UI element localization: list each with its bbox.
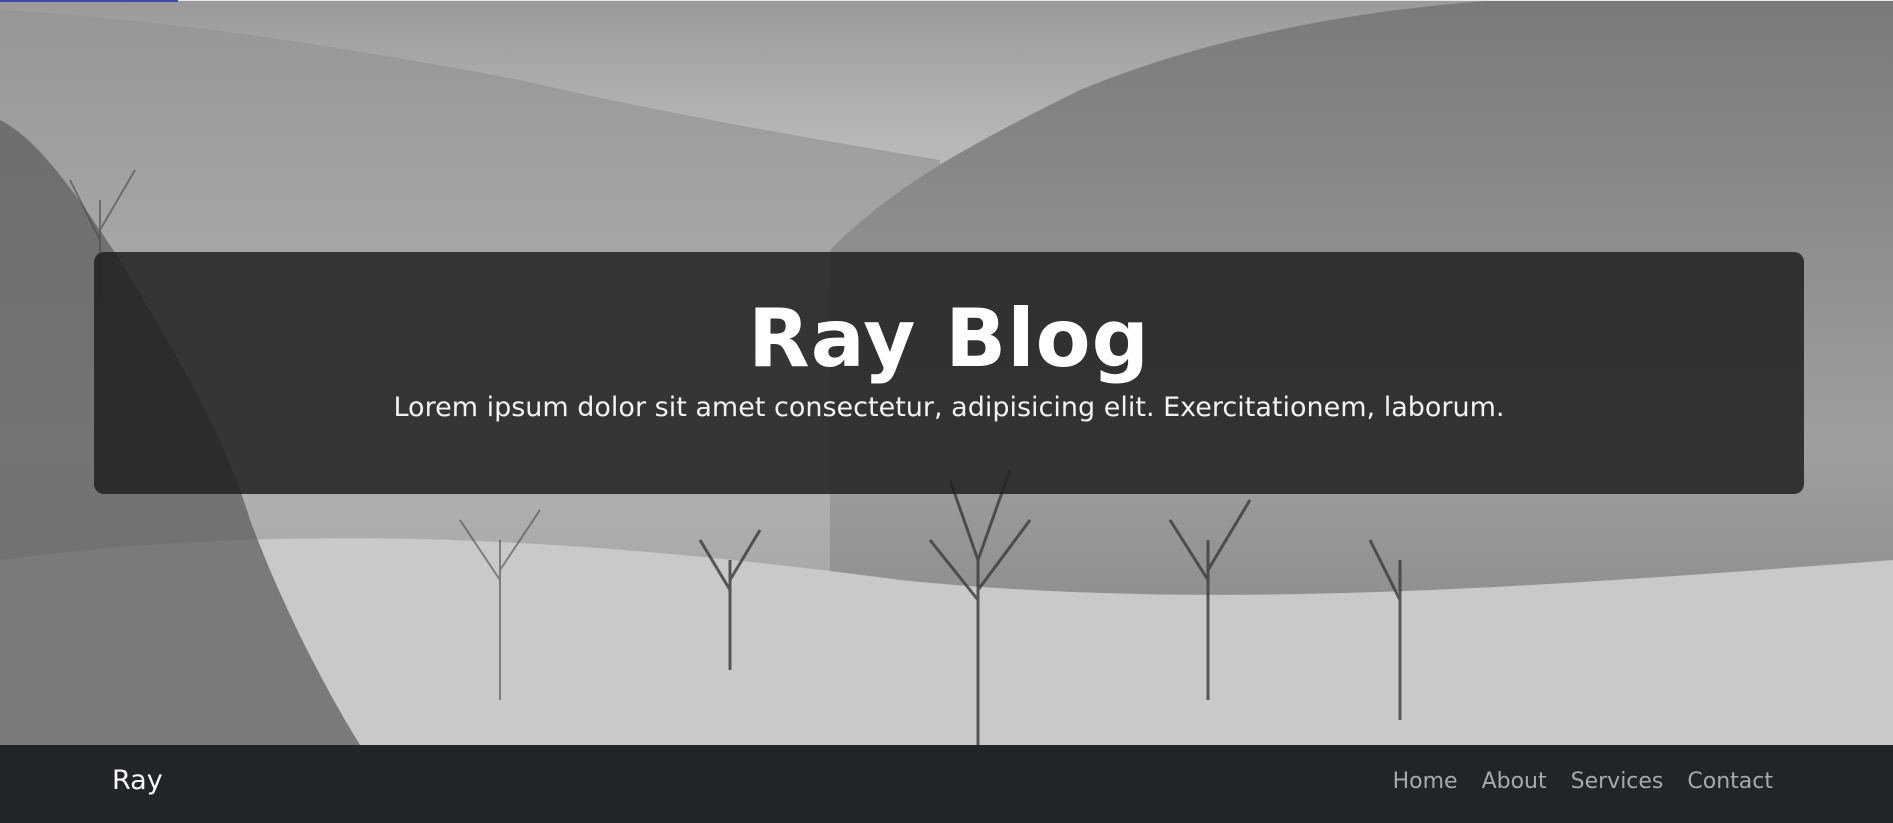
nav-item-contact: Contact (1687, 769, 1773, 794)
nav-link-services[interactable]: Services (1571, 769, 1664, 794)
hero-title: Ray Blog (748, 292, 1150, 385)
nav-links: Home About Services Contact (1393, 769, 1773, 794)
nav-link-contact[interactable]: Contact (1687, 769, 1773, 794)
navbar-brand[interactable]: Ray (112, 765, 163, 796)
top-border-line (0, 0, 1893, 1)
nav-item-services: Services (1571, 769, 1664, 794)
hero-overlay-box: Ray Blog Lorem ipsum dolor sit amet cons… (94, 252, 1804, 494)
nav-item-about: About (1482, 769, 1547, 794)
top-accent-line (0, 0, 178, 2)
nav-link-about[interactable]: About (1482, 769, 1547, 794)
nav-link-home[interactable]: Home (1393, 769, 1458, 794)
nav-item-home: Home (1393, 769, 1458, 794)
hero-subtitle: Lorem ipsum dolor sit amet consectetur, … (393, 392, 1505, 423)
hero-section: Ray Blog Lorem ipsum dolor sit amet cons… (0, 0, 1893, 745)
navbar: Ray Home About Services Contact (0, 745, 1893, 823)
